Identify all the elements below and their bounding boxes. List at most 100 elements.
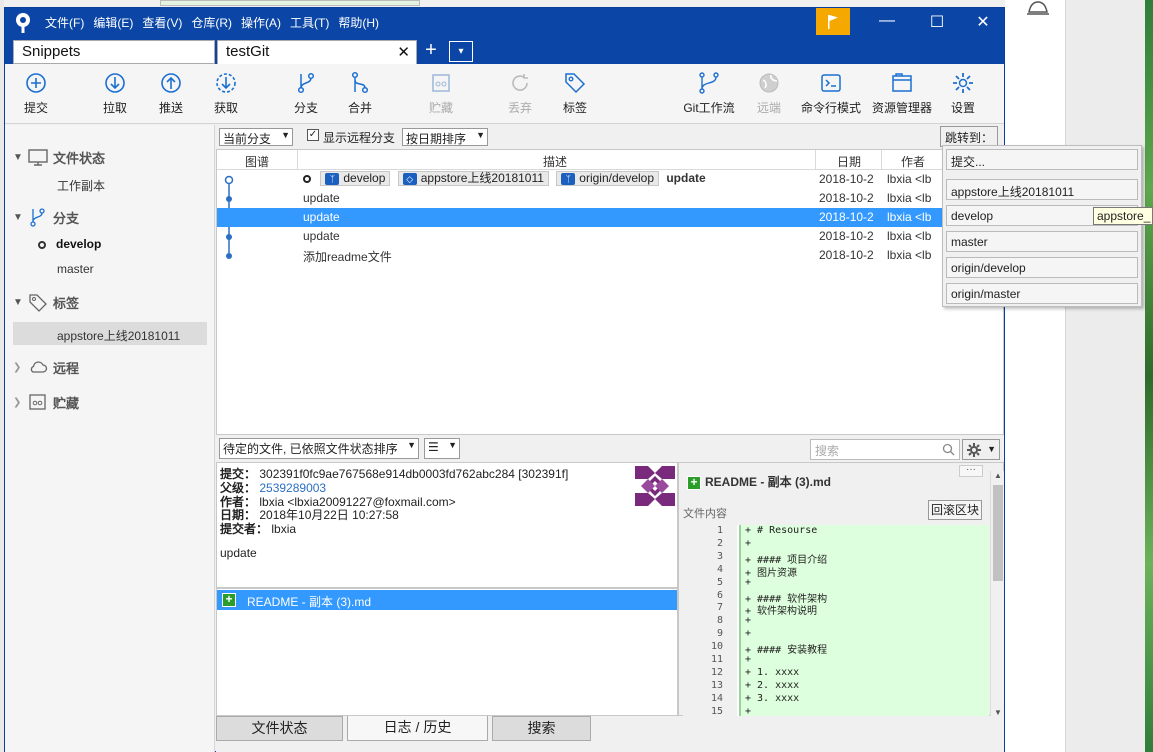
table-row[interactable]: 添加readme文件 2018-10-2 lbxia <lb [217,246,1003,265]
options-gear-button[interactable]: ▼ [962,439,1000,460]
file-sort-select[interactable]: 待定的文件, 已依照文件状态排序 ▼ [219,438,419,459]
tag-icon [29,294,47,312]
terminal-icon [821,74,841,92]
sidebar-section-remotes[interactable]: ❯ 远程 [13,357,79,377]
remote-button[interactable]: 远端 [741,71,797,116]
settings-button[interactable]: 设置 [935,71,991,116]
branch-button[interactable]: 分支 [278,71,334,116]
table-row[interactable]: ᛉ develop ◇ appstore上线20181011 ᛉ origin/dev… [217,170,1003,189]
row-date: 2018-10-2 [819,172,874,186]
add-tab-button[interactable]: + [421,40,441,61]
commit-icon [26,73,46,93]
sort-select[interactable]: 按日期排序 ▼ [402,128,488,146]
column-author[interactable]: 作者 [901,153,925,170]
jump-menu-item-tag[interactable]: appstore上线20181011 [946,179,1138,200]
tab-list-dropdown[interactable]: ▾ [449,41,473,62]
row-date: 2018-10-2 [819,248,874,262]
tag-button[interactable]: 标签 [547,71,603,116]
maximize-button[interactable]: ☐ [922,12,952,32]
sidebar-item-working-copy[interactable]: 工作副本 [57,177,105,194]
branch-label-develop[interactable]: ᛉ develop [320,171,391,186]
tab-close-icon[interactable]: ✕ [397,43,410,61]
menu-tools[interactable]: 工具(T) [290,14,329,31]
sidebar-section-tags[interactable]: ▼ 标签 [13,292,79,312]
diff-scrollbar[interactable]: ▲ ▼ [990,471,1004,717]
close-window-button[interactable]: ✕ [968,12,998,32]
tab-snippets[interactable]: Snippets [13,40,215,64]
jump-menu-item-origin-master[interactable]: origin/master [946,283,1138,304]
jump-menu-item-master[interactable]: master [946,231,1138,252]
gitflow-button[interactable]: Git工作流 [681,71,737,116]
sidebar-item-develop[interactable]: develop [38,237,101,251]
head-indicator-icon [303,174,311,183]
tab-search[interactable]: 搜索 [492,716,591,741]
merge-icon [351,71,369,94]
menu-view[interactable]: 查看(V) [142,14,182,31]
menu-edit[interactable]: 编辑(E) [93,14,133,31]
sidebar-item-master[interactable]: master [57,262,94,276]
row-date: 2018-10-2 [819,191,874,205]
committer-line: 提交者： lbxia [220,522,297,536]
view-mode-select[interactable]: ☰ ▼ [424,438,460,459]
menu-repository[interactable]: 仓库(R) [191,14,232,31]
terminal-button[interactable]: 命令行模式 [798,71,864,116]
tag-label-appstore[interactable]: ◇ appstore上线20181011 [397,171,549,186]
explorer-button[interactable]: 资源管理器 [869,71,935,116]
table-row[interactable]: update 2018-10-2 lbxia <lb [217,189,1003,208]
table-row[interactable]: update 2018-10-2 lbxia <lb [217,227,1003,246]
jump-menu-item-origin-develop[interactable]: origin/develop [946,257,1138,278]
pull-button[interactable]: 拉取 [87,71,143,116]
scroll-up-icon[interactable]: ▲ [991,471,1005,480]
search-input[interactable]: 搜索 [810,439,960,460]
menu-file[interactable]: 文件(F) [45,14,84,31]
diff-line: 1 + # Resourse [683,525,989,538]
table-row-selected[interactable]: update 2018-10-2 lbxia <lb [217,208,1003,227]
row-date: 2018-10-2 [819,229,874,243]
file-row-selected[interactable]: + README - 副本 (3).md [217,590,677,610]
diff-line: 4 + 图片资源 [683,564,989,579]
menu-help[interactable]: 帮助(H) [338,14,379,31]
sidebar-section-label: 分支 [53,210,80,226]
tab-file-status[interactable]: 文件状态 [216,716,343,741]
tab-testgit[interactable]: testGit ✕ [217,40,417,64]
more-options-button[interactable]: ··· [959,465,983,477]
stash-button[interactable]: 贮藏 [413,71,469,116]
background-app-icon [1025,0,1051,23]
diff-line: 9 + [683,628,989,641]
desktop-wallpaper [1145,0,1153,752]
branch-filter-select[interactable]: 当前分支 ▼ [219,128,293,146]
push-icon [161,73,181,93]
commit-message: 添加readme文件 [303,250,392,264]
line-text: + # Resourse [745,525,818,536]
sidebar-section-branches[interactable]: ▼ 分支 [13,207,79,227]
commit-button[interactable]: 提交 [8,71,64,116]
sidebar-item-tag[interactable]: appstore上线20181011 [57,327,180,344]
jump-menu-item-commit[interactable]: 提交... [946,149,1138,170]
monitor-icon [28,149,48,166]
push-button[interactable]: 推送 [143,71,199,116]
menu-actions[interactable]: 操作(A) [241,14,281,31]
sidebar-section-label: 远程 [53,360,80,376]
jump-to-button[interactable]: 跳转到： [940,126,998,147]
show-remote-checkbox[interactable]: ✓ [307,129,319,141]
notification-flag-button[interactable] [816,8,850,35]
merge-button[interactable]: 合并 [332,71,388,116]
minimize-button[interactable]: — [872,12,902,30]
scroll-thumb[interactable] [993,485,1003,581]
commit-message: update [303,191,340,205]
discard-button[interactable]: 丢弃 [492,71,548,116]
tab-log-history[interactable]: 日志 / 历史 [347,716,488,741]
line-text: + 1. xxxx [745,666,800,678]
settings-icon [953,73,973,93]
fetch-button[interactable]: 获取 [198,71,254,116]
repo-tab-bar: Snippets testGit ✕ + ▾ [5,38,1004,64]
sidebar-section-file-status[interactable]: ▼ 文件状态 [13,147,105,167]
column-description[interactable]: 描述 [543,153,567,170]
revert-hunk-button[interactable]: 回滚区块 [928,500,982,520]
sidebar-section-stashes[interactable]: ❯ 贮藏 [13,392,79,412]
branch-label-origin-develop[interactable]: ᛉ origin/develop [556,171,659,186]
column-date[interactable]: 日期 [837,153,861,170]
commit-label: 提交 [23,101,48,115]
column-graph[interactable]: 图谱 [245,153,269,170]
row-description: ᛉ develop ◇ appstore上线20181011 ᛉ origin/dev… [303,171,706,186]
